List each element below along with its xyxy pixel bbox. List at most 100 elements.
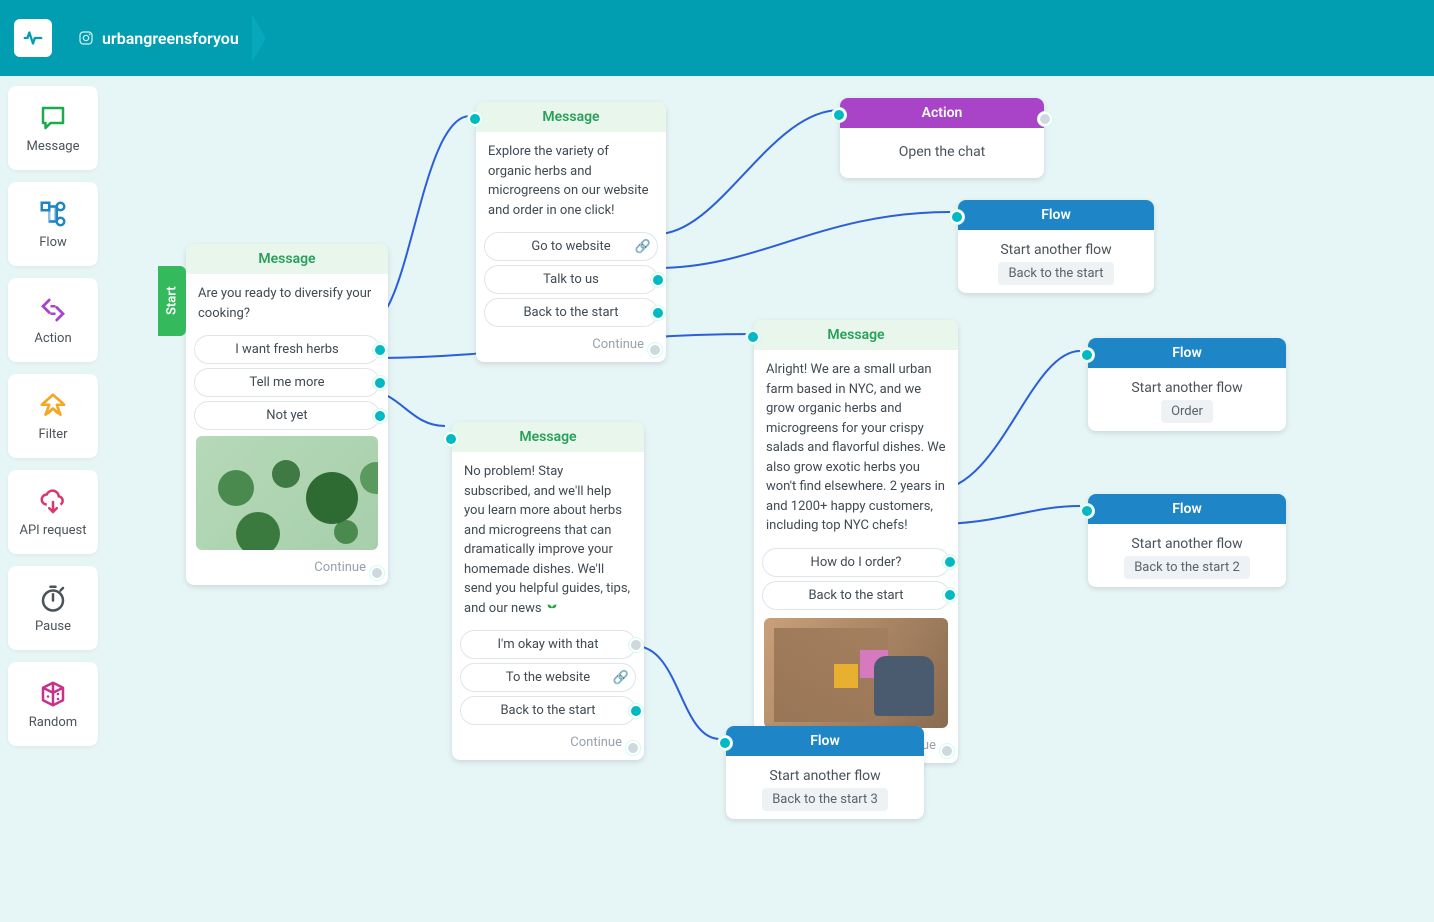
flow-pill[interactable]: Back to the start 3 bbox=[762, 788, 888, 811]
action-body: Open the chat bbox=[840, 128, 1044, 178]
sidebar-item-label: Flow bbox=[39, 235, 67, 250]
flow-pill[interactable]: Order bbox=[1161, 400, 1213, 423]
sidebar-item-action[interactable]: Action bbox=[8, 278, 98, 362]
output-port[interactable] bbox=[940, 744, 954, 758]
output-port[interactable] bbox=[373, 376, 387, 390]
output-port[interactable] bbox=[1038, 112, 1052, 126]
option-not-yet[interactable]: Not yet bbox=[194, 401, 380, 430]
input-port[interactable] bbox=[1080, 504, 1094, 518]
output-port[interactable] bbox=[651, 273, 665, 287]
output-port[interactable] bbox=[943, 555, 957, 569]
sidebar: Message Flow Action Filter API request P… bbox=[8, 86, 100, 746]
output-port[interactable] bbox=[651, 306, 665, 320]
sidebar-item-label: Filter bbox=[38, 427, 67, 442]
flow-pill[interactable]: Back to the start bbox=[998, 262, 1113, 285]
sidebar-item-pause[interactable]: Pause bbox=[8, 566, 98, 650]
breadcrumb-account[interactable]: urbangreensforyou bbox=[78, 29, 269, 48]
flow-canvas[interactable]: Start Message Are you ready to diversify… bbox=[0, 76, 1434, 922]
output-port[interactable] bbox=[648, 343, 662, 357]
continue-footer: Continue bbox=[452, 729, 644, 760]
flow-body: Start another flow Back to the start 3 bbox=[726, 756, 924, 819]
continue-footer: Continue bbox=[186, 554, 388, 585]
sidebar-item-label: Action bbox=[34, 331, 71, 346]
node-flow-back-start[interactable]: Flow Start another flow Back to the star… bbox=[958, 200, 1154, 293]
message-icon bbox=[36, 103, 70, 133]
option-talk-to-us[interactable]: Talk to us bbox=[484, 265, 658, 294]
output-port[interactable] bbox=[373, 343, 387, 357]
node-header: Flow bbox=[1088, 494, 1286, 524]
cloud-api-icon bbox=[36, 487, 70, 517]
sidebar-item-filter[interactable]: Filter bbox=[8, 374, 98, 458]
node-message-start[interactable]: Start Message Are you ready to diversify… bbox=[186, 244, 388, 585]
option-okay[interactable]: I'm okay with that bbox=[460, 630, 636, 659]
node-text: No problem! Stay subscribed, and we'll h… bbox=[452, 452, 644, 626]
output-port[interactable] bbox=[629, 704, 643, 718]
flow-body: Start another flow Back to the start 2 bbox=[1088, 524, 1286, 587]
node-message-noproblem[interactable]: Message No problem! Stay subscribed, and… bbox=[452, 422, 644, 760]
account-name: urbangreensforyou bbox=[102, 29, 239, 48]
flow-body: Start another flow Back to the start bbox=[958, 230, 1154, 293]
option-back-start[interactable]: Back to the start bbox=[460, 696, 636, 725]
node-header: Message bbox=[476, 102, 666, 132]
flow-icon bbox=[36, 199, 70, 229]
output-port[interactable] bbox=[629, 638, 643, 652]
node-flow-order[interactable]: Flow Start another flow Order bbox=[1088, 338, 1286, 431]
top-bar: urbangreensforyou bbox=[0, 0, 1434, 76]
input-port[interactable] bbox=[950, 210, 964, 224]
seedling-icon bbox=[545, 601, 559, 615]
sidebar-item-api[interactable]: API request bbox=[8, 470, 98, 554]
node-flow-back-start-2[interactable]: Flow Start another flow Back to the star… bbox=[1088, 494, 1286, 587]
node-text: Explore the variety of organic herbs and… bbox=[476, 132, 666, 228]
option-back-start[interactable]: Back to the start bbox=[484, 298, 658, 327]
node-header: Message bbox=[452, 422, 644, 452]
option-to-website[interactable]: To the website🔗 bbox=[460, 663, 636, 692]
node-header: Action bbox=[840, 98, 1044, 128]
pulse-icon bbox=[22, 27, 44, 49]
output-port[interactable] bbox=[373, 409, 387, 423]
output-port[interactable] bbox=[370, 566, 384, 580]
input-port[interactable] bbox=[1080, 348, 1094, 362]
node-message-alright[interactable]: Message Alright! We are a small urban fa… bbox=[754, 320, 958, 763]
input-port[interactable] bbox=[444, 432, 458, 446]
node-header: Flow bbox=[1088, 338, 1286, 368]
input-port[interactable] bbox=[468, 112, 482, 126]
link-icon: 🔗 bbox=[635, 239, 651, 254]
sidebar-item-flow[interactable]: Flow bbox=[8, 182, 98, 266]
action-icon bbox=[36, 295, 70, 325]
sidebar-item-label: API request bbox=[19, 523, 86, 538]
flow-body: Start another flow Order bbox=[1088, 368, 1286, 431]
input-port[interactable] bbox=[718, 736, 732, 750]
option-tell-more[interactable]: Tell me more bbox=[194, 368, 380, 397]
link-icon: 🔗 bbox=[613, 670, 629, 685]
output-port[interactable] bbox=[626, 741, 640, 755]
node-header: Flow bbox=[958, 200, 1154, 230]
node-action-open-chat[interactable]: Action Open the chat bbox=[840, 98, 1044, 178]
flow-pill[interactable]: Back to the start 2 bbox=[1124, 556, 1250, 579]
continue-footer: Continue bbox=[476, 331, 666, 362]
stopwatch-icon bbox=[36, 583, 70, 613]
filter-icon bbox=[36, 391, 70, 421]
instagram-icon bbox=[78, 30, 94, 46]
sidebar-item-label: Pause bbox=[35, 619, 71, 634]
sidebar-item-label: Random bbox=[29, 715, 77, 730]
output-port[interactable] bbox=[943, 588, 957, 602]
sidebar-item-label: Message bbox=[27, 139, 80, 154]
input-port[interactable] bbox=[746, 330, 760, 344]
node-message-explore[interactable]: Message Explore the variety of organic h… bbox=[476, 102, 666, 362]
node-text: Are you ready to diversify your cooking? bbox=[186, 274, 388, 331]
image-gardening bbox=[764, 618, 948, 728]
option-go-website[interactable]: Go to website🔗 bbox=[484, 232, 658, 261]
node-header: Flow bbox=[726, 726, 924, 756]
node-text: Alright! We are a small urban farm based… bbox=[754, 350, 958, 544]
option-how-order[interactable]: How do I order? bbox=[762, 548, 950, 577]
option-fresh-herbs[interactable]: I want fresh herbs bbox=[194, 335, 380, 364]
sidebar-item-message[interactable]: Message bbox=[8, 86, 98, 170]
app-logo[interactable] bbox=[14, 19, 52, 57]
option-back-start[interactable]: Back to the start bbox=[762, 581, 950, 610]
input-port[interactable] bbox=[832, 108, 846, 122]
dice-icon bbox=[36, 679, 70, 709]
node-header: Message bbox=[186, 244, 388, 274]
node-flow-back-start-3[interactable]: Flow Start another flow Back to the star… bbox=[726, 726, 924, 819]
sidebar-item-random[interactable]: Random bbox=[8, 662, 98, 746]
start-tab: Start bbox=[158, 266, 186, 336]
